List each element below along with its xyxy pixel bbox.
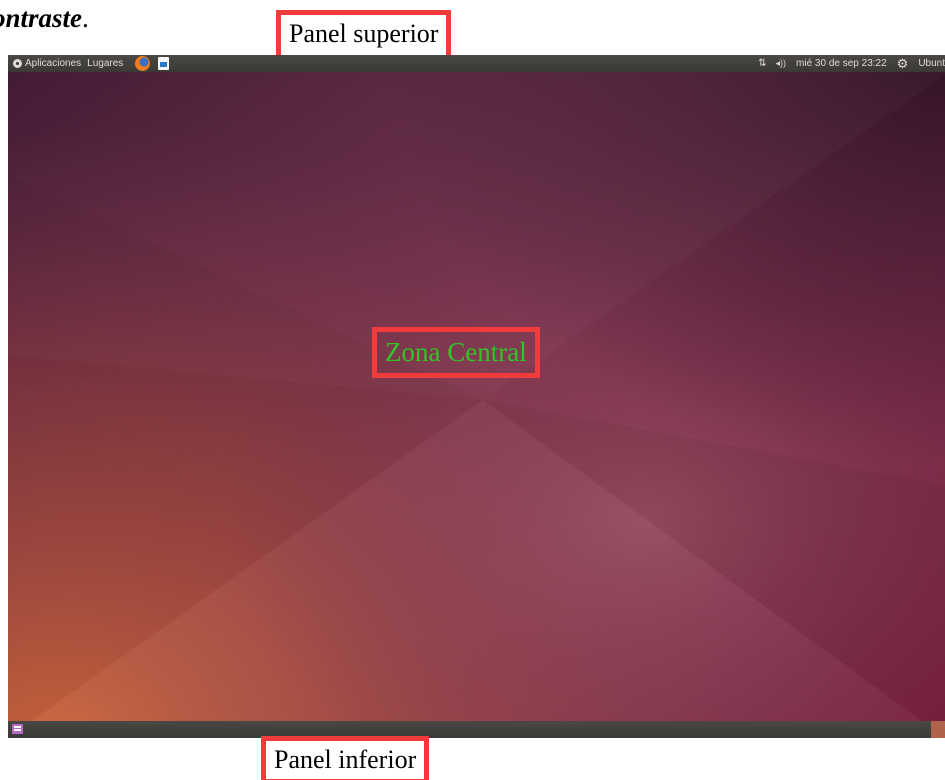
central-zone-callout: Zona Central (372, 327, 540, 378)
firefox-icon[interactable] (135, 56, 151, 71)
applications-icon[interactable] (13, 59, 22, 68)
libreoffice-writer-icon[interactable] (158, 57, 170, 70)
user-menu[interactable]: Ubunt (918, 55, 945, 72)
gear-icon[interactable]: ⚙ (897, 55, 909, 72)
document-heading: ontraste. (0, 0, 89, 36)
heading-punctuation: . (82, 3, 89, 33)
desktop-wallpaper (8, 55, 945, 738)
top-panel: Aplicaciones Lugares ⇅ ◂)) mié 30 de sep… (8, 55, 945, 72)
clock[interactable]: mié 30 de sep 23:22 (796, 55, 887, 72)
top-panel-callout: Panel superior (276, 10, 452, 60)
top-panel-tray: ⇅ ◂)) mié 30 de sep 23:22 ⚙ Ubunt (748, 55, 945, 72)
top-panel-left: Aplicaciones Lugares (13, 55, 170, 72)
bottom-panel-callout: Panel inferior (261, 736, 430, 780)
show-desktop-icon[interactable] (12, 724, 23, 734)
heading-text: ontraste (0, 3, 83, 33)
applications-menu[interactable]: Aplicaciones (25, 55, 81, 72)
document-page: ontraste. Panel superior Aplicaciones Lu… (0, 0, 945, 780)
places-menu[interactable]: Lugares (87, 55, 123, 72)
volume-icon[interactable]: ◂)) (776, 55, 787, 72)
ubuntu-desktop: Aplicaciones Lugares ⇅ ◂)) mié 30 de sep… (8, 55, 945, 738)
network-icon[interactable]: ⇅ (758, 55, 766, 72)
bottom-panel (8, 721, 945, 738)
trash-icon[interactable] (931, 721, 945, 738)
